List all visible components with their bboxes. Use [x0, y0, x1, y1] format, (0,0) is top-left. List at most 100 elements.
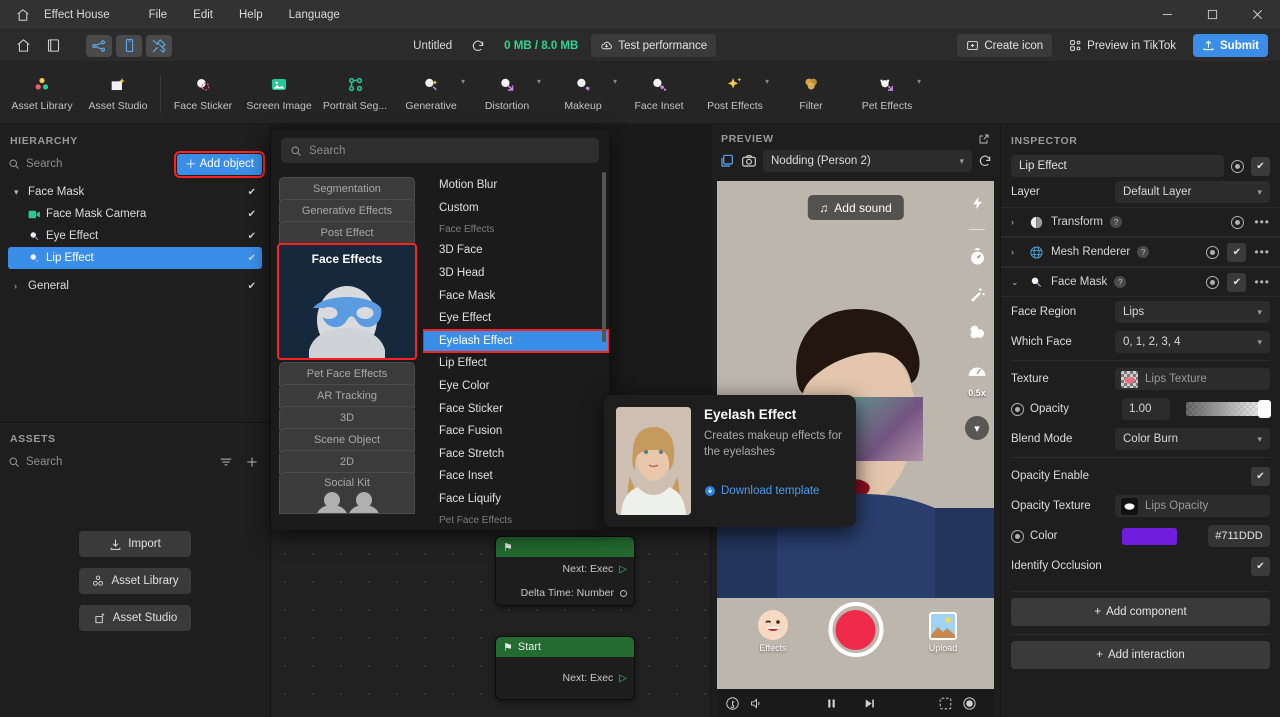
- graph-node-start[interactable]: ⚑ Start Next: Exec ▷: [495, 636, 635, 700]
- effect-makeup[interactable]: ▾ Makeup: [545, 65, 621, 123]
- chevron-down-icon[interactable]: ▾: [917, 77, 921, 86]
- texture-field[interactable]: Lips Texture: [1115, 368, 1270, 390]
- chevron-right-icon[interactable]: ›: [1011, 217, 1022, 227]
- menu-edit[interactable]: Edit: [180, 0, 226, 30]
- dropdown-item-face-mask[interactable]: Face Mask: [423, 284, 609, 307]
- visibility-check-icon[interactable]: ✔: [248, 231, 256, 242]
- dropdown-item-face-sticker[interactable]: Face Sticker: [423, 397, 609, 420]
- dropdown-scrollbar[interactable]: [602, 172, 606, 342]
- dropdown-item-face-stretch[interactable]: Face Stretch: [423, 443, 609, 466]
- more-options-icon[interactable]: •••: [1254, 215, 1270, 229]
- record-target-icon[interactable]: [1231, 159, 1244, 173]
- data-pin-icon[interactable]: [620, 589, 627, 597]
- visibility-check-icon[interactable]: ✔: [248, 209, 256, 220]
- import-button[interactable]: Import: [79, 531, 191, 557]
- help-icon[interactable]: ?: [1137, 246, 1150, 258]
- chevron-right-icon[interactable]: ›: [1011, 247, 1022, 257]
- asset-library-button[interactable]: Asset Library: [79, 568, 191, 594]
- tree-item-general[interactable]: › General ✔: [8, 275, 262, 297]
- camera-icon[interactable]: [741, 153, 757, 169]
- filter-icon[interactable]: [965, 320, 989, 344]
- effect-post-effects[interactable]: ▾ Post Effects: [697, 65, 773, 123]
- component-enabled-checkbox[interactable]: ✔: [1227, 272, 1247, 292]
- node-port-row[interactable]: Next: Exec ▷: [496, 657, 634, 699]
- exec-pin-icon[interactable]: ▷: [619, 673, 627, 684]
- more-options-icon[interactable]: •••: [1254, 245, 1270, 259]
- effect-portrait-segmentation[interactable]: Portrait Seg...: [317, 65, 393, 123]
- refresh-icon[interactable]: [978, 154, 992, 168]
- exec-pin-icon[interactable]: ▷: [619, 564, 627, 575]
- record-button[interactable]: [828, 602, 883, 657]
- component-transform[interactable]: › Transform ? •••: [1001, 207, 1280, 237]
- face-region-select[interactable]: Lips ▾: [1115, 301, 1270, 323]
- help-icon[interactable]: ?: [1109, 216, 1122, 228]
- menu-file[interactable]: File: [136, 0, 181, 30]
- effect-screen-image[interactable]: Screen Image: [241, 65, 317, 123]
- add-object-button[interactable]: ＋ Add object: [174, 150, 265, 178]
- node-graph-icon[interactable]: [86, 34, 112, 57]
- opacity-input[interactable]: 1.00: [1122, 398, 1170, 420]
- node-port-row[interactable]: Delta Time: Number: [496, 581, 634, 605]
- asset-studio-button[interactable]: Asset Studio: [79, 605, 191, 631]
- category-3d[interactable]: 3D: [279, 406, 415, 430]
- dropdown-item-eye-color[interactable]: Eye Color: [423, 375, 609, 398]
- chevron-down-icon[interactable]: ⌄: [1011, 277, 1022, 288]
- blend-mode-select[interactable]: Color Burn ▾: [1115, 428, 1270, 450]
- help-icon[interactable]: ?: [1114, 276, 1127, 288]
- upload-button[interactable]: Upload: [928, 611, 958, 653]
- add-interaction-button[interactable]: + Add interaction: [1011, 641, 1270, 669]
- effect-pet-effects[interactable]: ▾ Pet Effects: [849, 65, 925, 123]
- add-sound-button[interactable]: ♫ Add sound: [807, 195, 904, 220]
- effects-button[interactable]: Effects: [757, 609, 789, 653]
- object-enabled-checkbox[interactable]: ✔: [1251, 156, 1270, 176]
- tools-icon[interactable]: [146, 34, 172, 57]
- chevron-down-icon[interactable]: ▾: [461, 77, 465, 86]
- dropdown-item-lip-effect[interactable]: Lip Effect: [423, 352, 609, 375]
- color-hex-field[interactable]: #711DDD: [1208, 525, 1270, 547]
- tree-item-eye-effect[interactable]: Eye Effect ✔: [8, 225, 262, 247]
- hierarchy-search-input[interactable]: Search: [26, 158, 62, 170]
- slider-knob[interactable]: [1258, 400, 1271, 418]
- opacity-enable-checkbox[interactable]: ✔: [1251, 466, 1270, 486]
- popout-icon[interactable]: [978, 133, 990, 145]
- chevron-down-icon[interactable]: ▾: [765, 77, 769, 86]
- color-swatch[interactable]: [1122, 527, 1177, 545]
- tiktok-note-icon[interactable]: [725, 696, 749, 711]
- volume-icon[interactable]: [749, 696, 773, 711]
- category-segmentation[interactable]: Segmentation: [279, 177, 415, 201]
- timer-icon[interactable]: [965, 244, 989, 268]
- screenshot-icon[interactable]: [938, 696, 962, 711]
- visibility-check-icon[interactable]: ✔: [248, 187, 256, 198]
- visibility-check-icon[interactable]: ✔: [248, 281, 256, 292]
- object-name-field[interactable]: Lip Effect: [1011, 155, 1224, 177]
- step-forward-icon[interactable]: [863, 697, 887, 710]
- opacity-slider[interactable]: [1186, 400, 1271, 418]
- component-mesh-renderer[interactable]: › Mesh Renderer ? ✔ •••: [1001, 237, 1280, 267]
- test-performance-button[interactable]: Test performance: [591, 34, 717, 57]
- menu-language[interactable]: Language: [276, 0, 353, 30]
- download-template-link[interactable]: Download template: [704, 485, 844, 497]
- dropdown-item-3d-head[interactable]: 3D Head: [423, 262, 609, 285]
- menu-help[interactable]: Help: [226, 0, 276, 30]
- flash-icon[interactable]: [965, 191, 989, 215]
- dropdown-item-face-fusion[interactable]: Face Fusion: [423, 420, 609, 443]
- layer-select[interactable]: Default Layer ▾: [1115, 181, 1270, 203]
- category-social-kit[interactable]: Social Kit: [279, 472, 415, 514]
- dropdown-search-input[interactable]: Search: [309, 145, 345, 157]
- record-target-icon[interactable]: [1231, 215, 1245, 229]
- effect-distortion[interactable]: ▾ Distortion: [469, 65, 545, 123]
- home-icon[interactable]: [10, 35, 36, 57]
- refresh-icon[interactable]: [465, 35, 491, 57]
- filter-lines-icon[interactable]: [216, 452, 236, 472]
- chevron-down-icon[interactable]: ▾: [613, 77, 617, 86]
- effect-asset-library[interactable]: Asset Library: [4, 65, 80, 123]
- create-icon-button[interactable]: Create icon: [957, 34, 1053, 57]
- preview-in-tiktok-button[interactable]: Preview in TikTok: [1060, 34, 1185, 57]
- submit-button[interactable]: Submit: [1193, 34, 1268, 57]
- chevron-down-icon[interactable]: ▾: [537, 77, 541, 86]
- chevron-right-icon[interactable]: ›: [14, 281, 28, 291]
- record-icon[interactable]: [962, 696, 986, 711]
- dropdown-search[interactable]: Search: [281, 138, 599, 163]
- chevron-down-icon[interactable]: ▾: [965, 416, 989, 440]
- dropdown-item-face-liquify[interactable]: Face Liquify: [423, 488, 609, 511]
